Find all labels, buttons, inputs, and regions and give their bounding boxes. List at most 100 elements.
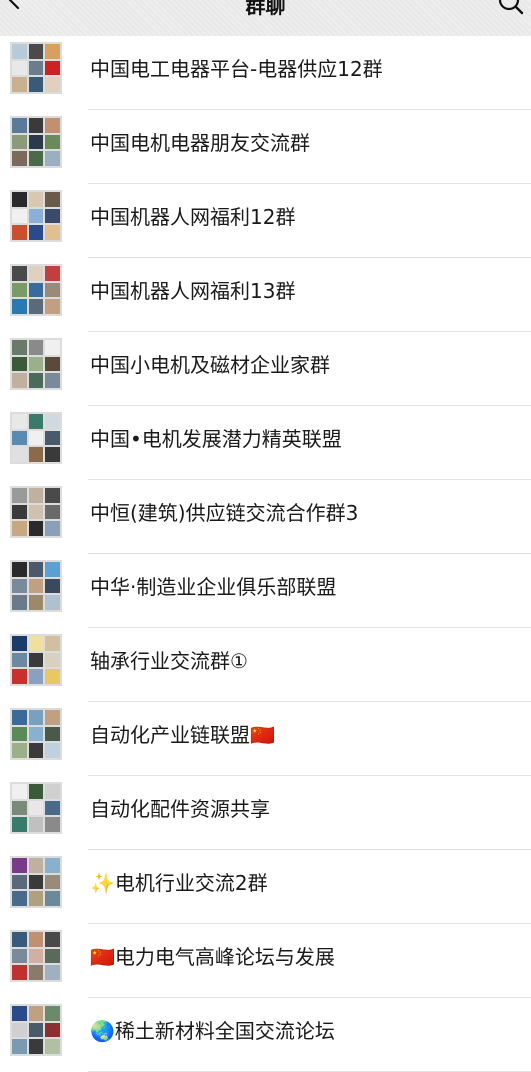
group-name: 中恒(建筑)供应链交流合作群3 [90,501,359,525]
member-thumbnail [12,726,27,742]
member-thumbnail [28,948,44,964]
member-thumbnail [45,874,60,890]
group-name: 中华·制造业企业俱乐部联盟 [90,575,337,599]
member-thumbnail [12,710,27,725]
group-chat-item[interactable]: 🇨🇳电力电气高峰论坛与发展 [0,924,531,998]
member-thumbnail [12,373,27,388]
member-thumbnail [28,414,44,429]
group-chat-item[interactable]: 自动化产业链联盟🇨🇳 [0,702,531,776]
member-thumbnail [28,151,44,166]
group-name: 中国小电机及磁材企业家群 [90,353,330,377]
group-avatar [10,708,62,760]
group-chat-item[interactable]: 轴承行业交流群① [0,628,531,702]
group-avatar [10,486,62,538]
member-thumbnail [45,710,60,725]
member-thumbnail [12,488,27,503]
member-thumbnail [28,1006,44,1021]
member-thumbnail [12,652,27,668]
group-chat-item[interactable]: ✨电机行业交流2群 [0,850,531,924]
member-thumbnail [28,932,44,947]
group-chat-item[interactable]: 中华·制造业企业俱乐部联盟 [0,554,531,628]
group-name: 🌏稀土新材料全国交流论坛 [90,1019,335,1043]
group-avatar [10,560,62,612]
member-thumbnail [28,488,44,503]
member-thumbnail [45,932,60,947]
member-thumbnail [28,340,44,355]
group-chat-item[interactable]: 中国电工电器平台-电器供应12群 [0,36,531,110]
member-thumbnail [28,299,44,314]
group-chat-item[interactable]: 🌏稀土新材料全国交流论坛 [0,998,531,1072]
group-name: 中国电机电器朋友交流群 [90,131,310,155]
group-chat-item[interactable]: 中国•电机发展潜力精英联盟 [0,406,531,480]
member-thumbnail [45,817,60,832]
member-thumbnail [45,447,60,462]
group-chat-item[interactable]: 自动化配件资源共享 [0,776,531,850]
member-thumbnail [45,282,60,298]
member-thumbnail [45,208,60,224]
member-thumbnail [45,743,60,758]
member-thumbnail [45,266,60,281]
member-thumbnail [45,1006,60,1021]
member-thumbnail [45,77,60,92]
member-thumbnail [12,192,27,207]
member-thumbnail [45,1022,60,1038]
member-thumbnail [12,562,27,577]
member-thumbnail [28,669,44,684]
member-thumbnail [28,784,44,799]
page-title: 群聊 [245,0,286,18]
member-thumbnail [12,356,27,372]
member-thumbnail [45,151,60,166]
member-thumbnail [45,636,60,651]
member-thumbnail [12,800,27,816]
member-thumbnail [28,521,44,536]
group-chat-item[interactable]: 中国机器人网福利12群 [0,184,531,258]
member-thumbnail [12,578,27,594]
member-thumbnail [45,669,60,684]
group-name: 中国电工电器平台-电器供应12群 [90,57,383,81]
group-chat-item[interactable]: 中国电机电器朋友交流群 [0,110,531,184]
search-icon[interactable] [497,0,525,16]
group-avatar [10,116,62,168]
member-thumbnail [28,743,44,758]
member-thumbnail [28,266,44,281]
member-thumbnail [12,1006,27,1021]
member-thumbnail [45,521,60,536]
member-thumbnail [45,373,60,388]
member-thumbnail [45,595,60,610]
member-thumbnail [28,874,44,890]
member-thumbnail [12,595,27,610]
group-chat-item[interactable]: 中国小电机及磁材企业家群 [0,332,531,406]
member-thumbnail [12,60,27,76]
member-thumbnail [45,225,60,240]
member-thumbnail [12,208,27,224]
top-bar: 群聊 [0,0,531,36]
member-thumbnail [12,948,27,964]
member-thumbnail [28,595,44,610]
member-thumbnail [45,1039,60,1054]
member-thumbnail [45,965,60,980]
group-name: 自动化配件资源共享 [90,797,270,821]
group-avatar [10,782,62,834]
member-thumbnail [45,134,60,150]
group-name: 自动化产业链联盟🇨🇳 [90,723,275,747]
member-thumbnail [28,636,44,651]
member-thumbnail [12,266,27,281]
group-avatar [10,856,62,908]
member-thumbnail [45,858,60,873]
member-thumbnail [28,726,44,742]
member-thumbnail [12,44,27,59]
member-thumbnail [28,192,44,207]
member-thumbnail [12,743,27,758]
member-thumbnail [45,784,60,799]
member-thumbnail [45,652,60,668]
member-thumbnail [45,726,60,742]
group-avatar [10,930,62,982]
group-chat-item[interactable]: 中恒(建筑)供应链交流合作群3 [0,480,531,554]
member-thumbnail [12,858,27,873]
group-chat-item[interactable]: 中国机器人网福利13群 [0,258,531,332]
member-thumbnail [12,299,27,314]
member-thumbnail [28,118,44,133]
member-thumbnail [28,891,44,906]
member-thumbnail [45,299,60,314]
member-thumbnail [28,60,44,76]
